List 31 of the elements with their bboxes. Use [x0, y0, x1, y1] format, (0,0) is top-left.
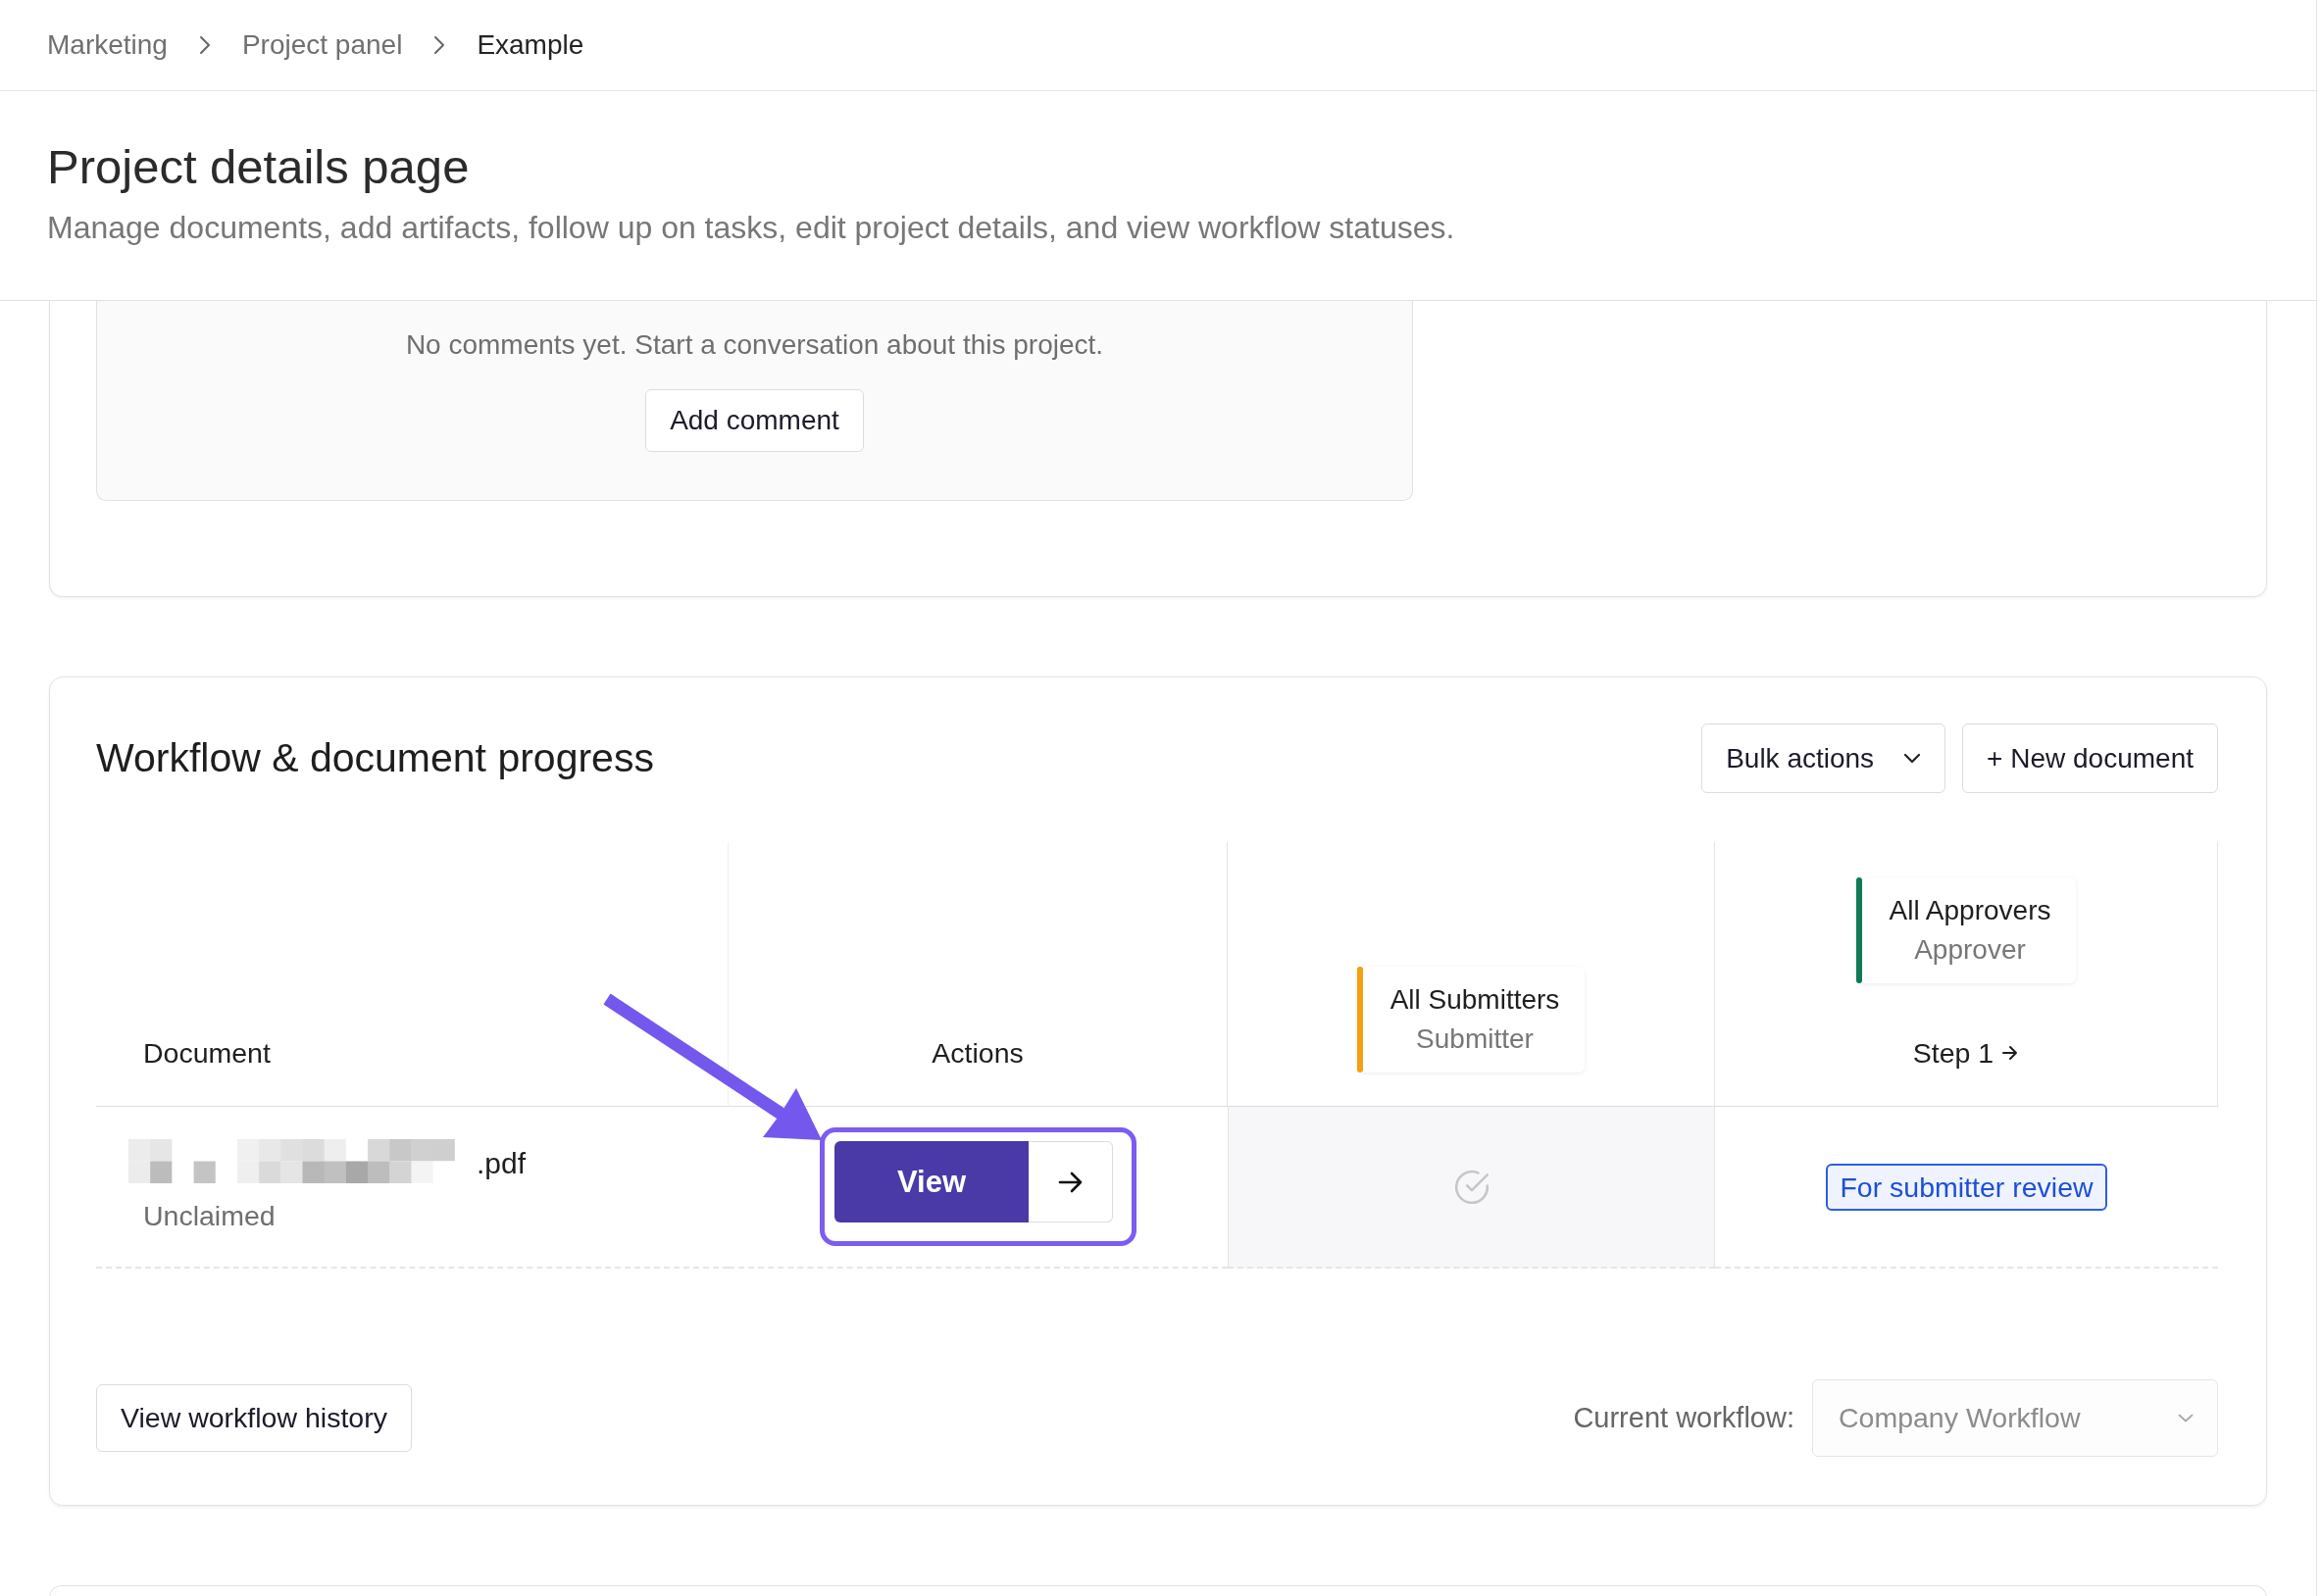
step-label: Step 1 — [1912, 1036, 1994, 1071]
section-title: Workflow & document progress — [96, 735, 654, 781]
column-header: Document — [143, 1036, 271, 1071]
view-button[interactable]: View — [834, 1141, 1029, 1222]
column-header: Actions — [932, 1036, 1024, 1071]
role-group-name: All Approvers — [1889, 894, 2051, 927]
workflow-label: Current workflow: — [1573, 1402, 1794, 1434]
breadcrumb-current: Example — [477, 28, 584, 62]
arrow-right-icon — [2001, 1044, 2020, 1062]
role-name: Approver — [1914, 933, 2026, 967]
add-comment-button[interactable]: Add comment — [645, 389, 864, 452]
page-description: Manage documents, add artifacts, follow up on tasks, edit project details, and view workflow statuses. — [47, 209, 1455, 247]
document-status: Unclaimed — [143, 1198, 276, 1233]
role-group-name: All Submitters — [1389, 983, 1560, 1017]
bulk-actions-dropdown[interactable]: Bulk actions — [1701, 723, 1946, 793]
file-extension: .pdf — [477, 1145, 527, 1181]
breadcrumb-link[interactable]: Project panel — [241, 27, 403, 63]
open-arrow-button[interactable] — [1029, 1141, 1113, 1222]
view-history-button[interactable]: View workflow history — [96, 1384, 412, 1452]
check-circle-icon — [1452, 1168, 1490, 1206]
chevron-down-icon — [1903, 753, 1922, 764]
chevron-down-icon — [2178, 1414, 2194, 1422]
chevron-right-icon — [198, 35, 211, 55]
arrow-right-icon — [1057, 1171, 1084, 1193]
chevron-right-icon — [433, 35, 446, 55]
breadcrumb-link[interactable]: Marketing — [47, 27, 168, 63]
role-name: Submitter — [1416, 1022, 1534, 1056]
new-document-button[interactable]: + New document — [1962, 723, 2218, 793]
empty-comments-message: No comments yet. Start a conversation about this project. — [405, 328, 1104, 362]
status-badge: For submitter review — [1826, 1163, 2107, 1211]
page-title: Project details page — [47, 139, 470, 195]
